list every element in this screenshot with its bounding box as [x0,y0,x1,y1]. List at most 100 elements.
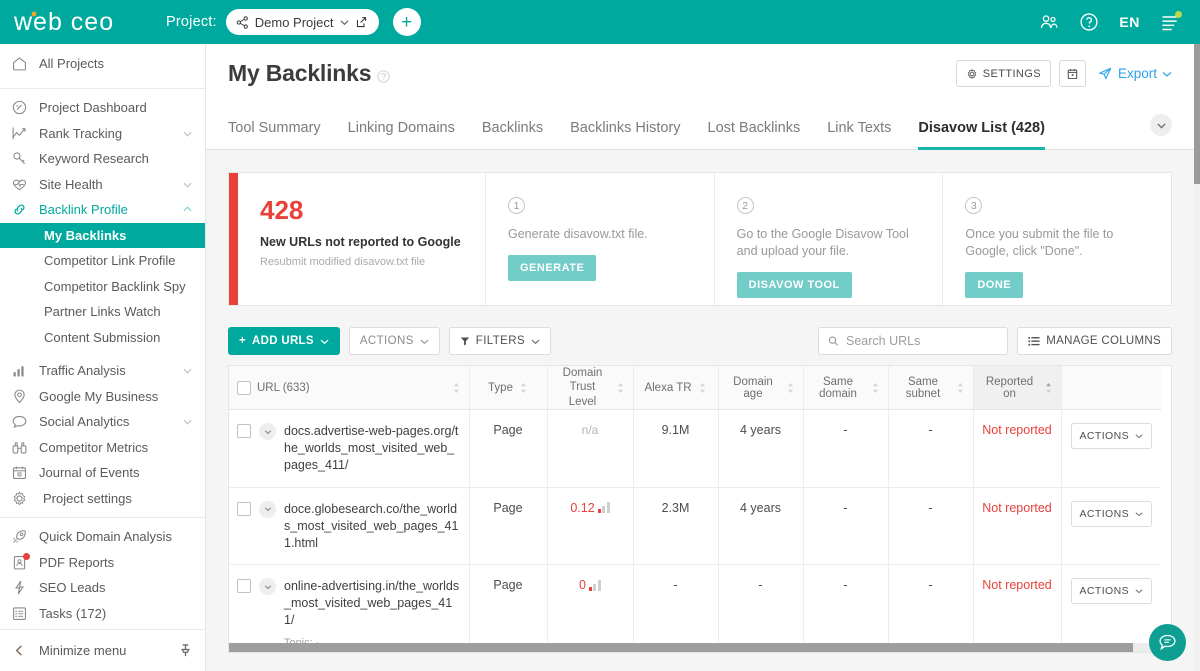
tab-backlinks[interactable]: Backlinks [482,120,543,149]
sidebar-item-my-backlinks[interactable]: My Backlinks [0,223,205,249]
search-input[interactable] [846,334,998,348]
sidebar-item-traffic-analysis[interactable]: Traffic Analysis [0,358,205,384]
th-domain-age[interactable]: Domain age [718,366,803,410]
select-all-checkbox[interactable] [237,381,251,395]
tab-backlinks-history[interactable]: Backlinks History [570,120,680,149]
alert-bar [229,173,238,305]
settings-button[interactable]: SETTINGS [956,60,1051,87]
sidebar-item-tasks[interactable]: Tasks (172) [0,601,205,627]
sidebar-divider-1 [0,88,205,89]
url-text[interactable]: docs.advertise-web-pages.org/the_worlds_… [284,423,461,474]
calendar-button[interactable] [1059,60,1086,87]
tab-link-texts[interactable]: Link Texts [827,120,891,149]
chevron-down-icon [1162,69,1172,79]
manage-columns-button[interactable]: MANAGE COLUMNS [1017,327,1172,355]
sidebar-item-partner-links-watch[interactable]: Partner Links Watch [0,299,205,325]
th-same-domain[interactable]: Same domain [803,366,888,410]
row-checkbox[interactable] [237,502,251,516]
share-nodes-icon [236,16,249,29]
url-text[interactable]: online-advertising.in/the_worlds_most_vi… [284,579,459,627]
filter-icon [460,336,470,346]
sidebar-item-content-submission[interactable]: Content Submission [0,325,205,351]
minimize-menu-button[interactable]: Minimize menu [0,629,206,671]
add-project-button[interactable]: + [393,8,421,36]
sidebar-item-keyword-research[interactable]: Keyword Research [0,146,205,172]
th-alexa-tr[interactable]: Alexa TR [633,366,718,410]
chat-support-button[interactable] [1149,624,1186,661]
th-same-domain-label: Same domain [812,376,865,400]
sidebar-item-social-analytics[interactable]: Social Analytics [0,409,205,435]
export-button[interactable]: Export [1098,66,1172,81]
disavow-tool-button[interactable]: DISAVOW TOOL [737,272,852,298]
row-actions-button[interactable]: ACTIONS [1071,501,1152,527]
pin-icon[interactable] [179,643,192,658]
burger-menu-button[interactable] [1160,12,1180,32]
row-actions-button[interactable]: ACTIONS [1071,578,1152,604]
tab-disavow-list[interactable]: Disavow List (428) [918,120,1045,149]
add-urls-button[interactable]: + ADD URLS [228,327,340,355]
sidebar-item-competitor-metrics[interactable]: Competitor Metrics [0,435,205,461]
url-text[interactable]: doce.globesearch.co/the_worlds_most_visi… [284,501,461,552]
users-icon[interactable] [1039,12,1059,32]
sidebar-item-project-dashboard[interactable]: Project Dashboard [0,95,205,121]
project-selector[interactable]: Demo Project [226,9,379,35]
sidebar-item-journal-of-events[interactable]: Journal of Events [0,460,205,486]
sidebar-item-site-health[interactable]: Site Health [0,172,205,198]
cell-url: doce.globesearch.co/the_worlds_most_visi… [229,487,469,565]
th-url[interactable]: URL (633) [229,366,469,410]
table-row[interactable]: doce.globesearch.co/the_worlds_most_visi… [229,487,1161,565]
th-same-subnet[interactable]: Same subnet [888,366,973,410]
tabs-more-button[interactable] [1150,114,1172,136]
sort-icon [616,382,625,394]
sidebar-item-quick-domain-analysis[interactable]: Quick Domain Analysis [0,524,205,550]
row-checkbox[interactable] [237,424,251,438]
filters-button[interactable]: FILTERS [449,327,551,355]
th-reported-on[interactable]: Reported on [973,366,1061,410]
disavow-count-subtitle: Resubmit modified disavow.txt file [260,256,465,268]
tab-tool-summary[interactable]: Tool Summary [228,120,321,149]
help-icon[interactable] [1079,12,1099,32]
table-horizontal-scrollbar[interactable] [229,643,1171,652]
trust-bars-icon [589,580,601,591]
sidebar-item-rank-tracking[interactable]: Rank Tracking [0,121,205,147]
sidebar-item-google-my-business[interactable]: Google My Business [0,384,205,410]
sidebar-item-backlink-profile[interactable]: Backlink Profile [0,197,205,223]
page-vertical-scrollbar[interactable] [1194,44,1200,671]
actions-label: ACTIONS [360,335,414,347]
table-row[interactable]: online-advertising.in/the_worlds_most_vi… [229,565,1161,653]
sidebar-item-seo-leads[interactable]: SEO Leads [0,575,205,601]
expand-row-button[interactable] [259,423,276,440]
cell-url: online-advertising.in/the_worlds_most_vi… [229,565,469,653]
cell-same-domain: - [803,487,888,565]
search-urls-box[interactable] [818,327,1008,355]
help-icon[interactable] [377,70,390,83]
tab-lost-backlinks[interactable]: Lost Backlinks [708,120,801,149]
trust-bars-icon [598,502,610,513]
tab-linking-domains[interactable]: Linking Domains [348,120,455,149]
disavow-table: URL (633) Type [229,366,1161,653]
actions-button[interactable]: ACTIONS [349,327,440,355]
sidebar-item-competitor-link-profile[interactable]: Competitor Link Profile [0,248,205,274]
sidebar-item-all-projects[interactable]: All Projects [0,44,205,82]
th-domain-trust-level[interactable]: Domain Trust Level [547,366,633,410]
expand-row-button[interactable] [259,501,276,518]
sidebar-item-project-settings[interactable]: Project settings [0,486,205,512]
sidebar-item-competitor-backlink-spy[interactable]: Competitor Backlink Spy [0,274,205,300]
sidebar-item-pdf-reports[interactable]: PDF Reports [0,550,205,576]
row-checkbox[interactable] [237,579,251,593]
scrollbar-thumb[interactable] [229,643,1133,652]
done-button[interactable]: DONE [965,272,1023,298]
table-row[interactable]: docs.advertise-web-pages.org/the_worlds_… [229,410,1161,488]
webceo-logo[interactable]: web ceo [14,8,154,36]
scrollbar-thumb[interactable] [1194,44,1200,184]
chevron-down-icon [182,416,193,427]
external-link-icon[interactable] [355,16,368,29]
home-icon [11,55,28,72]
page-title: My Backlinks [228,60,371,87]
language-selector[interactable]: EN [1119,14,1140,30]
expand-row-button[interactable] [259,578,276,595]
th-type[interactable]: Type [469,366,547,410]
row-actions-button[interactable]: ACTIONS [1071,423,1152,449]
reported-status: Not reported [982,501,1051,515]
generate-button[interactable]: GENERATE [508,255,596,281]
